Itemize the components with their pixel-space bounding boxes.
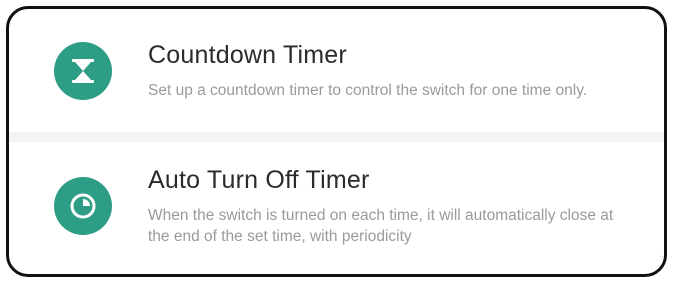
clock-icon-glyph [70, 193, 96, 219]
hourglass-icon [54, 41, 112, 100]
auto-turn-off-timer-title: Auto Turn Off Timer [148, 166, 370, 194]
clock-icon [54, 177, 112, 235]
countdown-timer-title: Countdown Timer [148, 41, 347, 69]
timer-options-list: Countdown Timer Set up a countdown timer… [9, 9, 664, 274]
auto-turn-off-timer-description: When the switch is turned on each time, … [148, 207, 614, 245]
hourglass-icon-glyph [72, 58, 94, 83]
auto-turn-off-timer-option[interactable]: Auto Turn Off Timer When the switch is t… [9, 142, 664, 270]
auto-turn-off-timer-text: Auto Turn Off Timer When the switch is t… [148, 165, 658, 247]
countdown-timer-option[interactable]: Countdown Timer Set up a countdown timer… [9, 9, 664, 142]
timer-options-panel: Countdown Timer Set up a countdown timer… [6, 6, 667, 277]
countdown-timer-description: Set up a countdown timer to control the … [148, 82, 588, 99]
countdown-timer-text: Countdown Timer Set up a countdown timer… [148, 40, 617, 101]
